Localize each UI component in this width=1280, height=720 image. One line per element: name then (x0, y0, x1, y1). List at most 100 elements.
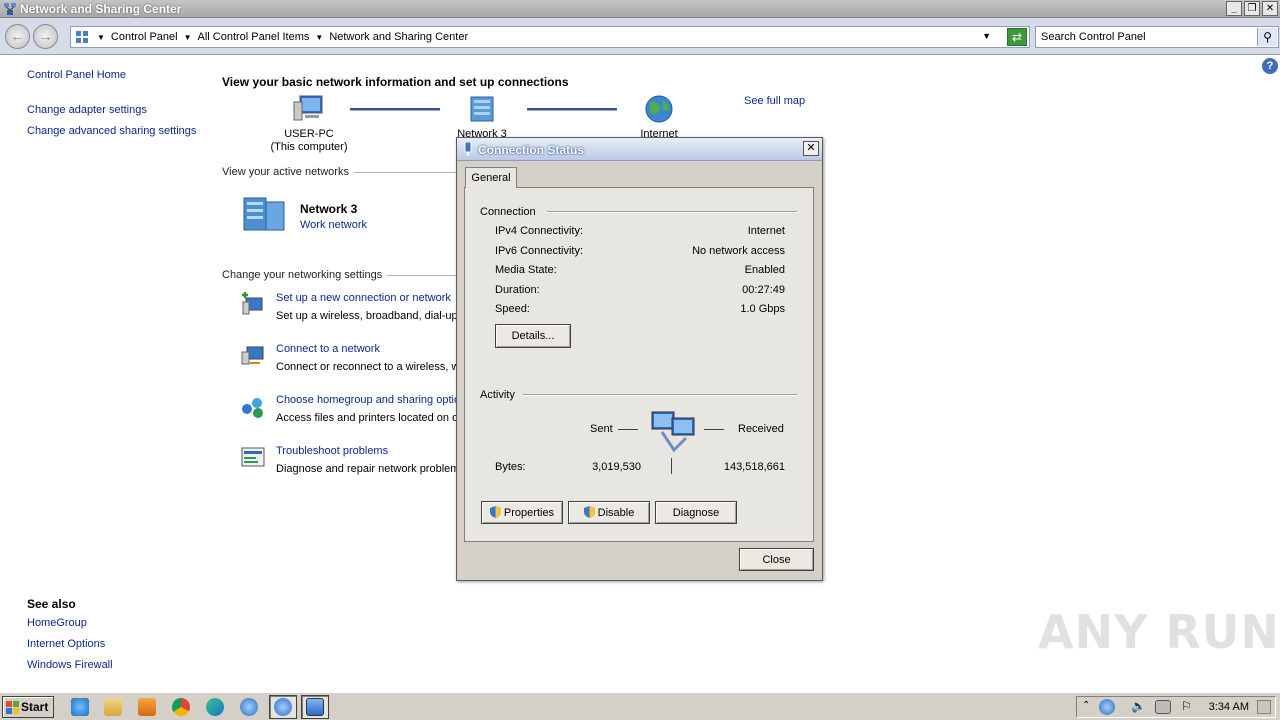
dialog-title: Connection Status (478, 143, 585, 157)
bytes-received-value: 143,518,661 (723, 461, 785, 473)
restore-button[interactable]: ❐ (1244, 1, 1260, 16)
ipv4-value: Internet (747, 225, 785, 237)
action-center-flag-icon[interactable]: ⚐ (1181, 699, 1192, 713)
volume-icon[interactable]: 🔈 (1131, 699, 1146, 713)
divider (547, 211, 797, 213)
refresh-icon[interactable]: ⇄ (1007, 28, 1027, 46)
disable-label: Disable (597, 507, 635, 519)
properties-button[interactable]: Properties (481, 501, 563, 524)
close-button[interactable]: Close (739, 548, 814, 571)
search-input[interactable] (1036, 27, 1251, 46)
divider (387, 275, 456, 276)
close-window-button[interactable]: ✕ (1262, 1, 1278, 16)
uac-shield-icon (583, 506, 595, 518)
task-desc: Connect or reconnect to a wireless, w (276, 361, 456, 373)
ipv4-label: IPv4 Connectivity: (495, 225, 584, 237)
connect-network-icon (241, 346, 264, 365)
taskbar: Start ⌃ 🔈 ⚐ 3:34 AM (0, 692, 1280, 720)
task-troubleshoot: Troubleshoot problems Diagnose and repai… (240, 445, 456, 481)
network-tray-icon[interactable] (1099, 699, 1115, 715)
media-player-icon[interactable] (138, 698, 156, 716)
bytes-sent-value: 3,019,530 (592, 461, 641, 473)
map-link-line (527, 108, 617, 111)
task-link[interactable]: Connect to a network (276, 343, 380, 355)
new-connection-icon (242, 292, 263, 315)
explorer-icon[interactable] (104, 698, 122, 716)
network-app-icon[interactable] (240, 698, 258, 716)
divider (523, 394, 797, 396)
active-network-type-link[interactable]: Work network (300, 219, 367, 231)
sent-label: Sent (590, 423, 613, 435)
start-button[interactable]: Start (2, 696, 54, 718)
network-adapter-icon (464, 142, 472, 156)
task-desc: Access files and printers located on ot (276, 412, 456, 424)
media-state-value: Enabled (744, 264, 785, 276)
divider (618, 429, 638, 430)
clock[interactable]: 3:34 AM (1209, 701, 1249, 713)
edge-icon[interactable] (206, 698, 224, 716)
network-activity-icon (651, 411, 695, 453)
activity-group-label: Activity (480, 389, 515, 401)
show-hidden-icons-icon[interactable]: ⌃ (1082, 700, 1090, 711)
taskbar-network-center[interactable] (269, 695, 297, 719)
chrome-icon[interactable] (172, 698, 190, 716)
windows-logo-icon (6, 701, 19, 714)
settings-heading: Change your networking settings (222, 269, 383, 281)
help-icon[interactable]: ? (1262, 58, 1278, 74)
bytes-label: Bytes: (495, 461, 526, 473)
see-full-map-link[interactable]: See full map (744, 95, 805, 107)
ipv6-value: No network access (692, 245, 785, 257)
task-link[interactable]: Troubleshoot problems (276, 445, 388, 457)
duration-value: 00:27:49 (742, 284, 785, 296)
task-link[interactable]: Choose homegroup and sharing optio (276, 394, 456, 406)
task-link[interactable]: Set up a new connection or network (276, 292, 451, 304)
anyrun-watermark: ANY RUN (1038, 605, 1280, 659)
duration-label: Duration: (495, 284, 540, 296)
minimize-button[interactable]: _ (1226, 1, 1242, 16)
homegroup-icon (242, 398, 263, 418)
divider (704, 429, 724, 430)
network-status-tray-icon[interactable] (1155, 700, 1171, 714)
properties-label: Properties (503, 507, 555, 519)
uac-shield-icon (489, 506, 501, 518)
show-desktop-button[interactable] (1257, 700, 1271, 714)
disable-button[interactable]: Disable (568, 501, 650, 524)
troubleshoot-icon (241, 447, 265, 467)
network-icon (470, 96, 494, 122)
details-button[interactable]: Details... (495, 324, 571, 348)
map-network[interactable]: Network 3 (447, 94, 517, 140)
dialog-titlebar: Connection Status ✕ (457, 138, 822, 161)
task-new-connection: Set up a new connection or network Set u… (240, 292, 456, 328)
map-internet[interactable]: Internet (625, 94, 693, 140)
ipv6-label: IPv6 Connectivity: (495, 245, 584, 257)
general-tab-panel: Connection IPv4 Connectivity: Internet I… (464, 187, 814, 542)
search-box[interactable]: ⚲ (1035, 26, 1279, 48)
active-network-name: Network 3 (300, 202, 358, 216)
task-desc: Diagnose and repair network problem (276, 463, 456, 475)
system-tray: ⌃ 🔈 ⚐ 3:34 AM (1076, 696, 1276, 718)
connection-group-label: Connection (480, 206, 536, 218)
address-dropdown-icon[interactable]: ▼ (982, 31, 991, 41)
taskbar-connection-status[interactable] (301, 695, 329, 719)
speed-value: 1.0 Gbps (740, 303, 785, 315)
task-desc: Set up a wireless, broadband, dial-up (276, 310, 456, 322)
start-label: Start (21, 700, 49, 714)
media-state-label: Media State: (495, 264, 557, 276)
divider (354, 172, 456, 173)
task-connect-network: Connect to a network Connect or reconnec… (240, 343, 456, 379)
speed-label: Speed: (495, 303, 530, 315)
received-label: Received (738, 423, 784, 435)
divider (671, 458, 672, 474)
network-center-icon (274, 698, 292, 716)
active-networks-heading: View your active networks (222, 166, 349, 178)
diagnose-button[interactable]: Diagnose (655, 501, 737, 524)
connection-status-dialog: Connection Status ✕ General Connection I… (456, 137, 823, 581)
tab-general[interactable]: General (465, 167, 517, 188)
work-network-icon (243, 197, 285, 231)
globe-icon (645, 95, 673, 123)
task-homegroup: Choose homegroup and sharing optio Acces… (240, 394, 456, 430)
ie-icon[interactable] (71, 698, 89, 716)
connection-status-icon (306, 698, 324, 716)
dialog-close-icon[interactable]: ✕ (803, 141, 819, 156)
search-icon[interactable]: ⚲ (1257, 28, 1277, 46)
